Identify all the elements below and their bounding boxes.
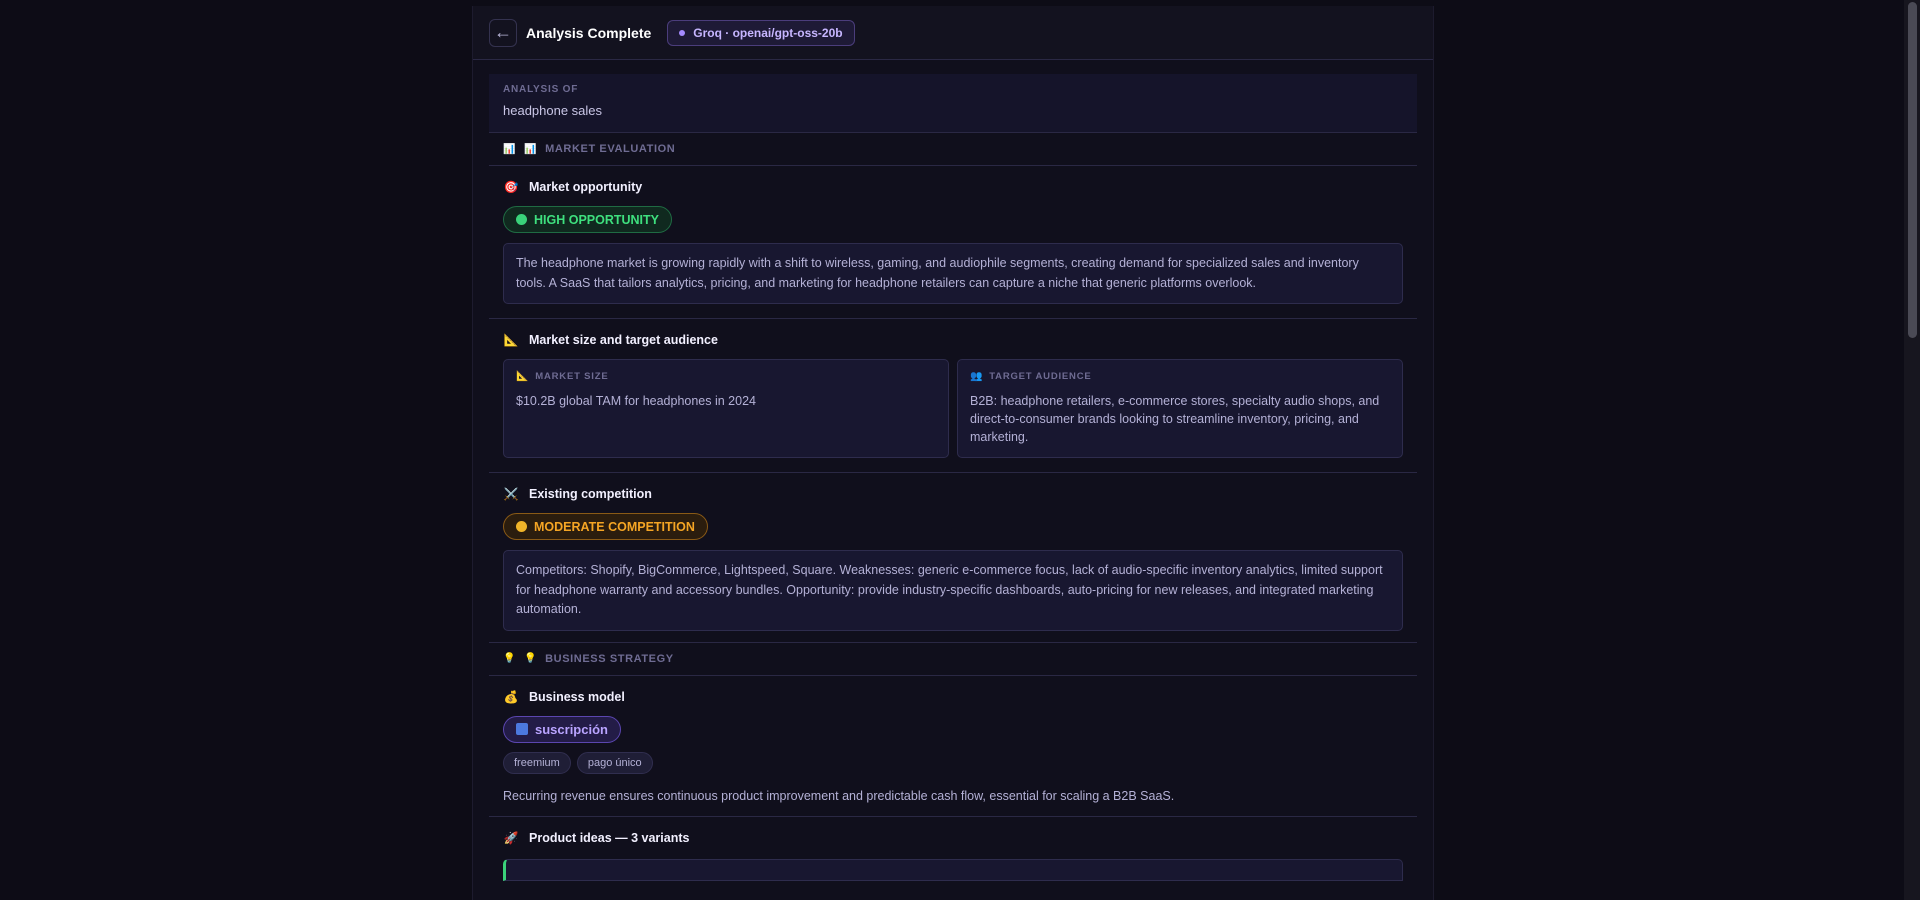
target-audience-label: TARGET AUDIENCE [989,371,1092,382]
ruler-icon: 📐 [503,333,519,347]
status-dot-icon [679,29,686,36]
content: ANALYSIS OF headphone sales 📊 📊 MARKET E… [473,60,1433,895]
green-dot-icon [516,214,527,225]
competition-badge-label: MODERATE COMPETITION [534,519,695,534]
chart-icon: 📊 [503,143,517,155]
block-title: 💰 Business model [503,690,1403,704]
block-title: ⚔️ Existing competition [503,487,1403,501]
page-title: Analysis Complete [526,24,652,41]
block-title: 📐 Market size and target audience [503,333,1403,347]
model-badge: Groq · openai/gpt-oss-20b [667,19,855,46]
block-title-text: Market opportunity [529,180,643,194]
card-label: 📐 MARKET SIZE [516,371,936,382]
ruler-icon: 📐 [516,371,530,382]
block-title-text: Product ideas — 3 variants [529,830,690,845]
target-audience-value: B2B: headphone retailers, e-commerce sto… [970,394,1380,444]
business-model-description: Recurring revenue ensures continuous pro… [503,788,1175,803]
business-model-alternatives: freemium pago único [503,751,1403,774]
lightbulb-icon: 💡 [503,653,517,664]
competition-badge: MODERATE COMPETITION [503,513,708,540]
section-market-evaluation: 📊 📊 MARKET EVALUATION [489,133,1417,166]
business-model-block: 💰 Business model suscripción freemium pa… [489,676,1417,817]
analysis-panel: ← Analysis Complete Groq · openai/gpt-os… [472,6,1434,900]
analysis-of-value: headphone sales [503,103,603,118]
market-opportunity-block: 🎯 Market opportunity HIGH OPPORTUNITY Th… [489,166,1417,319]
lightbulb-icon: 💡 [524,653,538,664]
chip-one-time-payment: pago único [576,751,653,774]
target-audience-card: 👥 TARGET AUDIENCE B2B: headphone retaile… [957,359,1403,458]
rocket-icon: 🚀 [503,830,519,845]
opportunity-description: The headphone market is growing rapidly … [503,243,1403,304]
arrow-left-icon: ← [494,22,512,42]
repeat-icon [516,723,528,735]
yellow-dot-icon [516,521,527,532]
market-size-block: 📐 Market size and target audience 📐 MARK… [489,319,1417,473]
swords-icon: ⚔️ [503,487,519,501]
chip-freemium: freemium [503,751,571,774]
product-idea-card [503,858,1403,881]
card-label: 👥 TARGET AUDIENCE [970,371,1390,382]
block-title-text: Existing competition [529,487,652,501]
header: ← Analysis Complete Groq · openai/gpt-os… [473,6,1433,60]
opportunity-badge: HIGH OPPORTUNITY [503,206,673,233]
model-label: Groq · openai/gpt-oss-20b [693,25,843,40]
business-model-badge: suscripción [503,715,621,743]
competition-description: Competitors: Shopify, BigCommerce, Light… [503,550,1403,631]
money-bag-icon: 💰 [503,689,519,704]
block-title-text: Market size and target audience [529,333,718,347]
block-title: 🎯 Market opportunity [503,180,1403,194]
section-label: BUSINESS STRATEGY [545,652,674,665]
product-ideas-block: 🚀 Product ideas — 3 variants [489,817,1417,895]
competition-block: ⚔️ Existing competition MODERATE COMPETI… [489,473,1417,643]
block-title: 🚀 Product ideas — 3 variants [503,831,1403,845]
market-size-card: 📐 MARKET SIZE $10.2B global TAM for head… [503,359,949,458]
scrollbar-thumb[interactable] [1908,2,1917,338]
market-size-label: MARKET SIZE [535,371,609,382]
target-icon: 🎯 [503,180,519,194]
market-size-cards: 📐 MARKET SIZE $10.2B global TAM for head… [503,359,1403,458]
business-model-badge-label: suscripción [535,721,608,737]
analysis-of-label: ANALYSIS OF [503,84,579,95]
section-label: MARKET EVALUATION [545,143,676,155]
analysis-of-box: ANALYSIS OF headphone sales [489,74,1417,133]
block-title-text: Business model [529,689,625,704]
chart-icon: 📊 [524,143,538,155]
section-business-strategy: 💡 💡 BUSINESS STRATEGY [489,643,1417,676]
opportunity-badge-label: HIGH OPPORTUNITY [534,212,660,227]
scrollbar[interactable] [1904,0,1920,900]
back-button[interactable]: ← [489,18,517,47]
users-icon: 👥 [970,371,984,382]
market-size-value: $10.2B global TAM for headphones in 2024 [516,394,756,408]
